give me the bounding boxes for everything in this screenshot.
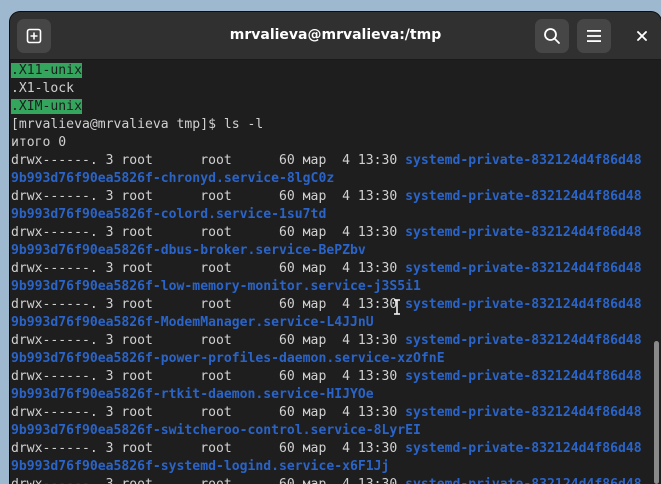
terminal-line: 9b993d76f90ea5826f-systemd-logind.servic… [10, 458, 650, 476]
ls-entry-attributes: drwx------. 3 root root 60 мар 4 13:30 [11, 369, 406, 384]
terminal-line: итого 0 [10, 134, 650, 152]
terminal-line: drwx------. 3 root root 60 мар 4 13:30 s… [10, 224, 650, 242]
terminal-line: 9b993d76f90ea5826f-chronyd.service-8lgC0… [10, 170, 650, 188]
terminal-line: .X1-lock [10, 80, 650, 98]
terminal-line: .X11-unix [10, 62, 650, 80]
new-tab-icon [26, 28, 42, 44]
terminal-line: 9b993d76f90ea5826f-dbus-broker.service-B… [10, 242, 650, 260]
terminal-line: drwx------. 3 root root 60 мар 4 13:30 s… [10, 260, 650, 278]
ls-entry-dirname: systemd-private-832124d4f86d48 [405, 297, 642, 312]
search-icon [544, 28, 560, 44]
terminal-line: drwx------. 3 root root 60 мар 4 13:30 s… [10, 476, 650, 484]
ls-entry-dirname-continued: 9b993d76f90ea5826f-power-profiles-daemon… [11, 351, 445, 366]
new-tab-button[interactable] [17, 19, 51, 53]
ls-entry-attributes: drwx------. 3 root root 60 мар 4 13:30 [11, 261, 406, 276]
ls-entry-dirname: systemd-private-832124d4f86d48 [405, 369, 642, 384]
ls-entry-dirname: systemd-private-832124d4f86d48 [405, 225, 642, 240]
title-bar[interactable]: mrvalieva@mrvalieva:/tmp [10, 12, 661, 60]
terminal-text: .X1-lock [11, 81, 75, 96]
terminal-line: drwx------. 3 root root 60 мар 4 13:30 s… [10, 152, 650, 170]
hamburger-menu-icon [587, 30, 601, 42]
ls-entry-dirname: systemd-private-832124d4f86d48 [405, 441, 642, 456]
terminal-output[interactable]: .X11-unix .X1-lock .XIM-unix [mrvalieva@mrv… [10, 60, 650, 484]
menu-button[interactable] [577, 19, 611, 53]
ls-entry-dirname: systemd-private-832124d4f86d48 [405, 189, 642, 204]
terminal-text: итого 0 [11, 135, 67, 150]
ls-entry-dirname-continued: 9b993d76f90ea5826f-switcheroo-control.se… [11, 423, 421, 438]
ls-entry-dirname: systemd-private-832124d4f86d48 [405, 333, 642, 348]
terminal-line: [mrvalieva@mrvalieva tmp]$ ls -l [10, 116, 650, 134]
ls-entry-dirname: systemd-private-832124d4f86d48 [405, 477, 642, 484]
ls-entry-attributes: drwx------. 3 root root 60 мар 4 13:30 [11, 477, 405, 484]
terminal-window: mrvalieva@mrvalieva:/tmp .X11-unix .X1-lo… [10, 12, 661, 484]
text-cursor-icon [394, 299, 400, 315]
ls-entry-attributes: drwx------. 3 root root 60 мар 4 13:30 [11, 441, 406, 456]
terminal-text: .XIM-unix [11, 99, 82, 114]
scrollbar[interactable] [651, 60, 661, 484]
ls-entry-dirname-continued: 9b993d76f90ea5826f-low-memory-monitor.se… [11, 279, 421, 294]
terminal-line: drwx------. 3 root root 60 мар 4 13:30 s… [10, 296, 650, 314]
ls-entry-attributes: drwx------. 3 root root 60 мар 4 13:30 [11, 153, 406, 168]
ls-entry-attributes: drwx------. 3 root root 60 мар 4 13:30 [11, 405, 406, 420]
terminal-line: 9b993d76f90ea5826f-power-profiles-daemon… [10, 350, 650, 368]
close-icon [637, 31, 647, 41]
terminal-text: [mrvalieva@mrvalieva tmp]$ ls -l [11, 117, 264, 132]
ls-entry-dirname: systemd-private-832124d4f86d48 [405, 153, 642, 168]
ls-entry-dirname-continued: 9b993d76f90ea5826f-chronyd.service-8lgC0… [11, 171, 335, 186]
terminal-text: .X11-unix [11, 63, 82, 78]
close-button[interactable] [625, 19, 659, 53]
ls-entry-dirname-continued: 9b993d76f90ea5826f-systemd-logind.servic… [11, 459, 390, 474]
terminal-line: 9b993d76f90ea5826f-ModemManager.service-… [10, 314, 650, 332]
terminal-line: drwx------. 3 root root 60 мар 4 13:30 s… [10, 404, 650, 422]
terminal-line: .XIM-unix [10, 98, 650, 116]
search-button[interactable] [535, 19, 569, 53]
ls-entry-dirname-continued: 9b993d76f90ea5826f-dbus-broker.service-B… [11, 243, 366, 258]
ls-entry-attributes: drwx------. 3 root root 60 мар 4 13:30 [11, 189, 406, 204]
ls-entry-dirname-continued: 9b993d76f90ea5826f-rtkit-daemon.service-… [11, 387, 374, 402]
terminal-line: drwx------. 3 root root 60 мар 4 13:30 s… [10, 332, 650, 350]
ls-entry-dirname: systemd-private-832124d4f86d48 [405, 405, 642, 420]
ls-entry-attributes: drwx------. 3 root root 60 мар 4 13:30 [11, 225, 406, 240]
terminal-line: drwx------. 3 root root 60 мар 4 13:30 s… [10, 368, 650, 386]
terminal-line: drwx------. 3 root root 60 мар 4 13:30 s… [10, 188, 650, 206]
terminal-line: 9b993d76f90ea5826f-switcheroo-control.se… [10, 422, 650, 440]
terminal-line: 9b993d76f90ea5826f-low-memory-monitor.se… [10, 278, 650, 296]
ls-entry-attributes: drwx------. 3 root root 60 мар 4 13:30 [11, 297, 406, 312]
scrollbar-thumb[interactable] [654, 341, 659, 484]
ls-entry-dirname-continued: 9b993d76f90ea5826f-colord.service-1su7td [11, 207, 327, 222]
terminal-line: drwx------. 3 root root 60 мар 4 13:30 s… [10, 440, 650, 458]
terminal-line: 9b993d76f90ea5826f-rtkit-daemon.service-… [10, 386, 650, 404]
ls-entry-dirname: systemd-private-832124d4f86d48 [405, 261, 642, 276]
ls-entry-dirname-continued: 9b993d76f90ea5826f-ModemManager.service-… [11, 315, 374, 330]
ls-entry-attributes: drwx------. 3 root root 60 мар 4 13:30 [11, 333, 406, 348]
terminal-line: 9b993d76f90ea5826f-colord.service-1su7td [10, 206, 650, 224]
